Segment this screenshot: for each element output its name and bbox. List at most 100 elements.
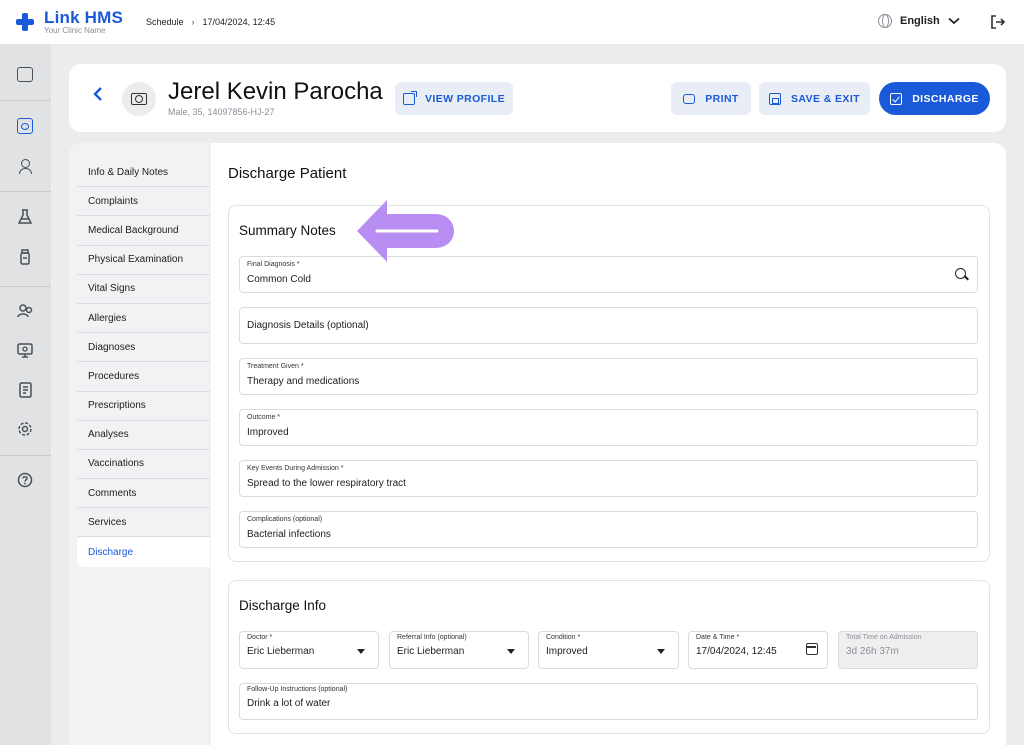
discharge-button[interactable]: DISCHARGE [879, 82, 990, 115]
patient-meta: Male, 35, 14097856-HJ-27 [168, 107, 275, 117]
referral-select[interactable]: Referral Info (optional) Eric Lieberman [389, 631, 529, 669]
breadcrumb-schedule[interactable]: Schedule [146, 17, 184, 27]
breadcrumb-separator: › [191, 17, 195, 27]
page-title: Discharge Patient [228, 165, 347, 182]
nav-item-vaccinations[interactable]: Vaccinations [77, 450, 210, 480]
report-document-icon[interactable] [14, 379, 36, 401]
back-chevron-icon[interactable] [92, 86, 104, 102]
outcome-field[interactable]: Outcome * Improved [239, 409, 978, 446]
dropdown-caret-icon [357, 649, 365, 654]
logout-icon[interactable] [990, 14, 1006, 30]
rail-divider [0, 455, 51, 456]
treatment-given-value: Therapy and medications [247, 376, 360, 387]
lab-flask-icon[interactable] [14, 206, 36, 228]
referral-value: Eric Lieberman [397, 646, 465, 657]
save-exit-label: SAVE & EXIT [791, 92, 860, 105]
complications-value: Bacterial infections [247, 529, 331, 540]
left-rail [0, 44, 51, 745]
print-button[interactable]: PRINT [671, 82, 751, 115]
external-link-icon [402, 90, 417, 105]
annotation-arrow-icon [357, 200, 454, 262]
nav-item-vital-signs[interactable]: Vital Signs [77, 275, 210, 304]
nav-item-comments[interactable]: Comments [77, 479, 210, 509]
final-diagnosis-label: Final Diagnosis * [247, 261, 300, 268]
globe-icon [878, 14, 892, 28]
nav-item-analyses[interactable]: Analyses [77, 421, 210, 450]
calendar-icon[interactable] [806, 643, 818, 655]
key-events-field[interactable]: Key Events During Admission * Spread to … [239, 460, 978, 497]
patient-icon[interactable] [14, 155, 36, 177]
final-diagnosis-field[interactable]: Final Diagnosis * Common Cold [239, 256, 978, 293]
patient-avatar[interactable] [122, 82, 156, 116]
nav-item-prescriptions[interactable]: Prescriptions [77, 392, 210, 421]
complications-label: Complications (optional) [247, 516, 323, 523]
check-square-icon [890, 92, 903, 105]
doctor-select[interactable]: Doctor * Eric Lieberman [239, 631, 379, 669]
help-icon[interactable] [14, 469, 36, 491]
view-profile-label: VIEW PROFILE [424, 92, 506, 105]
key-events-value: Spread to the lower respiratory tract [247, 478, 406, 489]
settings-gear-icon[interactable] [14, 418, 36, 440]
app-logo[interactable]: Link HMS Your Clinic Name [16, 9, 123, 35]
chevron-down-icon [948, 17, 960, 25]
nav-item-diagnoses[interactable]: Diagnoses [77, 333, 210, 363]
doctor-label: Doctor * [247, 634, 273, 641]
schedule-icon[interactable] [14, 115, 36, 137]
nav-item-procedures[interactable]: Procedures [77, 362, 210, 392]
language-label: English [900, 15, 940, 27]
doctor-value: Eric Lieberman [247, 646, 315, 657]
condition-select[interactable]: Condition * Improved [538, 631, 679, 669]
dashboard-icon[interactable] [14, 63, 36, 85]
dropdown-caret-icon [507, 649, 515, 654]
print-icon [683, 93, 696, 104]
search-icon[interactable] [955, 268, 966, 279]
total-time-label: Total Time on Admission [846, 634, 922, 641]
breadcrumb-current: 17/04/2024, 12:45 [202, 17, 276, 27]
outcome-label: Outcome * [247, 414, 281, 421]
referral-label: Referral Info (optional) [397, 634, 467, 641]
dropdown-caret-icon [657, 649, 665, 654]
diagnosis-details-field[interactable]: Diagnosis Details (optional) [239, 307, 978, 344]
breadcrumb: Schedule › 17/04/2024, 12:45 [146, 17, 275, 27]
camera-plus-icon [131, 93, 147, 105]
diagnosis-details-placeholder: Diagnosis Details (optional) [247, 320, 369, 331]
save-icon [769, 92, 781, 105]
rail-divider [0, 286, 51, 287]
medicine-bottle-icon[interactable] [14, 246, 36, 268]
key-events-label: Key Events During Admission * [247, 465, 344, 472]
language-selector[interactable]: English [878, 14, 960, 28]
treatment-given-label: Treatment Given * [247, 363, 304, 370]
total-time-field: Total Time on Admission 3d 26h 37m [838, 631, 978, 669]
clinic-name: Your Clinic Name [44, 26, 106, 35]
view-profile-button[interactable]: VIEW PROFILE [395, 82, 513, 115]
final-diagnosis-value: Common Cold [247, 274, 311, 285]
followup-field[interactable]: Follow-Up Instructions (optional) Drink … [239, 683, 978, 720]
datetime-field[interactable]: Date & Time * 17/04/2024, 12:45 [688, 631, 828, 669]
condition-value: Improved [546, 646, 588, 657]
complications-field[interactable]: Complications (optional) Bacterial infec… [239, 511, 978, 548]
nav-item-physical-examination[interactable]: Physical Examination [77, 246, 210, 275]
logo-cross-icon [16, 13, 34, 31]
discharge-info-title: Discharge Info [239, 598, 327, 613]
top-bar: Link HMS Your Clinic Name Schedule › 17/… [0, 0, 1024, 44]
nav-item-discharge[interactable]: Discharge [77, 537, 210, 567]
summary-notes-title: Summary Notes [239, 223, 336, 238]
section-nav: Info & Daily Notes Complaints Medical Ba… [77, 158, 210, 567]
followup-value: Drink a lot of water [247, 698, 331, 709]
nav-item-medical-background[interactable]: Medical Background [77, 216, 210, 246]
nav-item-services[interactable]: Services [77, 508, 210, 538]
nav-item-info-daily-notes[interactable]: Info & Daily Notes [77, 158, 210, 188]
rail-divider [0, 100, 51, 101]
staff-group-icon[interactable] [14, 299, 36, 321]
followup-label: Follow-Up Instructions (optional) [247, 686, 348, 693]
save-exit-button[interactable]: SAVE & EXIT [759, 82, 870, 115]
condition-label: Condition * [546, 634, 581, 641]
patient-name: Jerel Kevin Parocha [168, 78, 383, 105]
treatment-given-field[interactable]: Treatment Given * Therapy and medication… [239, 358, 978, 395]
discharge-label: DISCHARGE [912, 92, 979, 105]
monitor-icon[interactable] [14, 339, 36, 361]
nav-item-allergies[interactable]: Allergies [77, 304, 210, 334]
rail-divider [0, 191, 51, 192]
nav-item-complaints[interactable]: Complaints [77, 187, 210, 217]
app-name: Link HMS [44, 8, 124, 27]
